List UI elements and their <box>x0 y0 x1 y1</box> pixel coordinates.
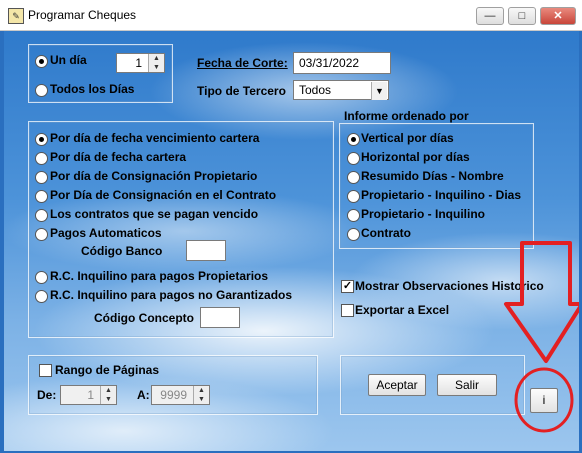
annotation-arrow <box>504 241 579 363</box>
title-bar: ✎ Programar Cheques — □ ✕ <box>0 0 582 31</box>
annotation-circle <box>514 367 574 433</box>
close-button[interactable]: ✕ <box>540 7 576 25</box>
app-icon: ✎ <box>8 8 24 24</box>
annotation-overlay <box>504 241 579 433</box>
window-title: Programar Cheques <box>28 8 137 22</box>
form-client-area: Un día 1 ▲ ▼ Todos los Días Fecha de Cor… <box>4 31 579 451</box>
app-window: ✎ Programar Cheques — □ ✕ Un día 1 ▲ ▼ T… <box>0 0 582 453</box>
minimize-button[interactable]: — <box>476 7 504 25</box>
maximize-button[interactable]: □ <box>508 7 536 25</box>
